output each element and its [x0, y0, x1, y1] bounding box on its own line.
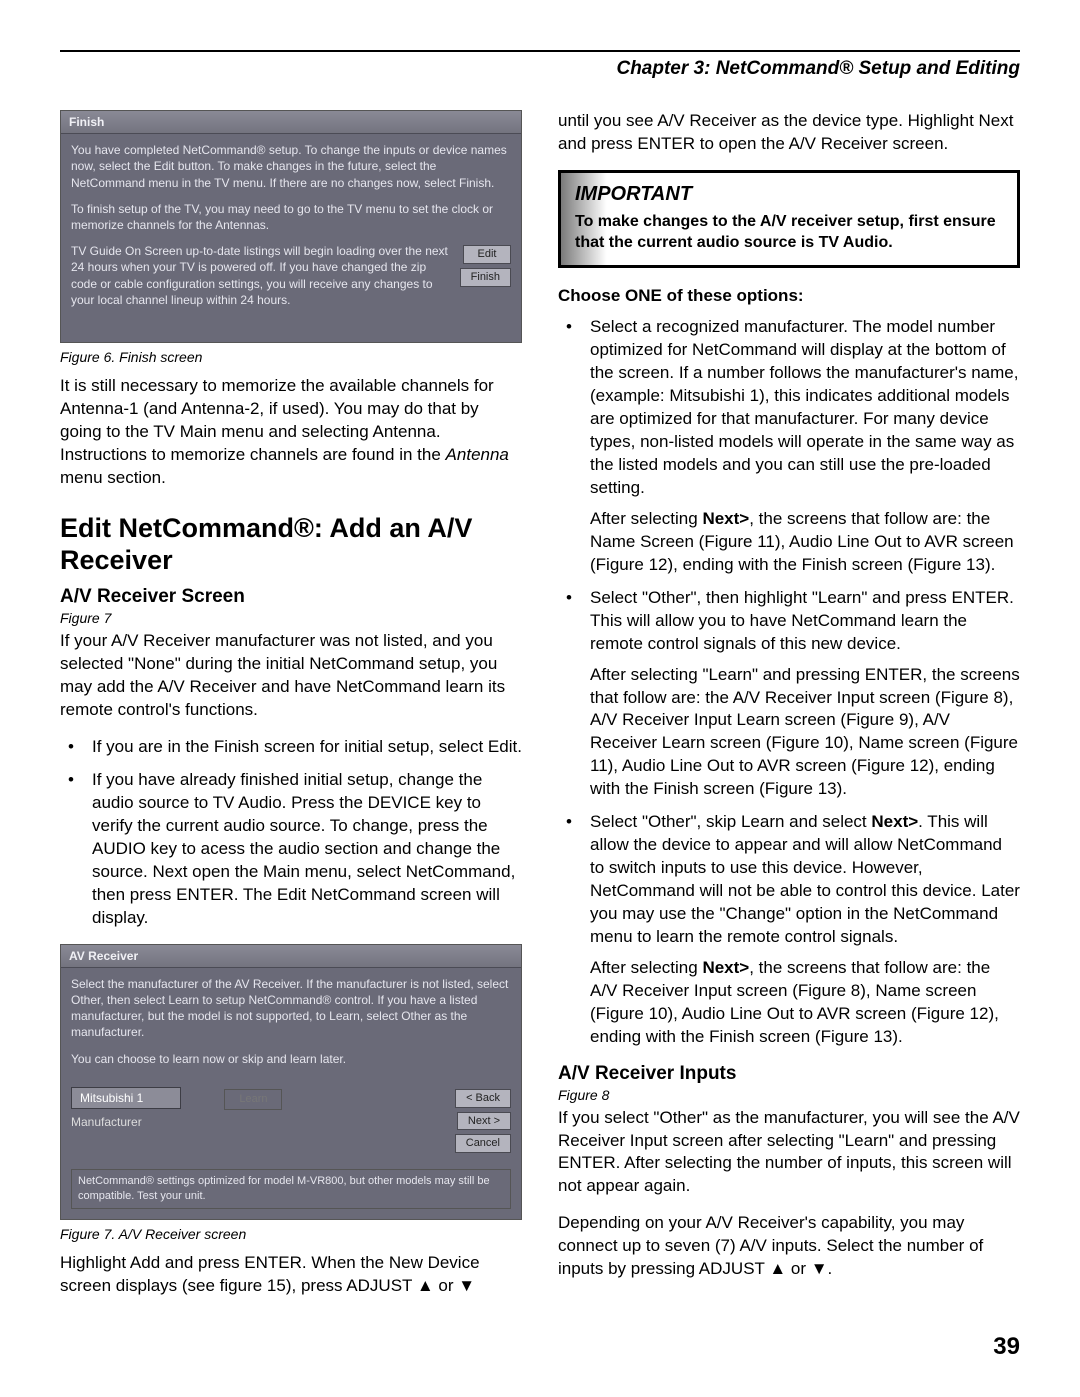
right-paragraph-2: If you select "Other" as the manufacture…: [558, 1107, 1020, 1199]
rb2-main: Select "Other", then highlight "Learn" a…: [590, 588, 1014, 653]
left-column: Finish You have completed NetCommand® se…: [60, 110, 522, 1298]
left-paragraph-2: If your A/V Receiver manufacturer was no…: [60, 630, 522, 722]
figure-6-screen: Finish You have completed NetCommand® se…: [60, 110, 522, 343]
right-bullet-1: Select a recognized manufacturer. The mo…: [558, 316, 1020, 576]
fig6-p1: You have completed NetCommand® setup. To…: [71, 142, 511, 191]
fig6-body: You have completed NetCommand® setup. To…: [61, 134, 521, 342]
figure-7-screen: AV Receiver Select the manufacturer of t…: [60, 944, 522, 1220]
fig7-p1: Select the manufacturer of the AV Receiv…: [71, 976, 511, 1041]
fig6-p3: TV Guide On Screen up-to-date listings w…: [71, 243, 452, 308]
right-column: until you see A/V Receiver as the device…: [558, 110, 1020, 1298]
fig6-edit-button[interactable]: Edit: [463, 245, 511, 264]
left-p1-b: Antenna: [446, 445, 509, 464]
rb3-b: Next>: [871, 812, 918, 831]
left-bullet-list: If you are in the Finish screen for init…: [60, 736, 522, 930]
right-bullet-3: Select "Other", skip Learn and select Ne…: [558, 811, 1020, 1048]
left-bullet-2: If you have already finished initial set…: [60, 769, 522, 930]
content-columns: Finish You have completed NetCommand® se…: [60, 110, 1020, 1298]
left-bullet-1: If you are in the Finish screen for init…: [60, 736, 522, 759]
fig7-next-button[interactable]: Next >: [457, 1112, 511, 1131]
important-title: IMPORTANT: [575, 183, 1003, 206]
important-body: To make changes to the A/V receiver setu…: [575, 212, 1003, 254]
section-heading-edit-netcommand: Edit NetCommand®: Add an A/V Receiver: [60, 512, 522, 577]
rb1-after-a: After selecting: [590, 509, 702, 528]
rb2-after: After selecting "Learn" and pressing ENT…: [590, 664, 1020, 802]
figure-8-ref: Figure 8: [558, 1087, 1020, 1103]
rb3-a: Select "Other", skip Learn and select: [590, 812, 871, 831]
fig7-p2: You can choose to learn now or skip and …: [71, 1051, 511, 1067]
fig7-manufacturer-label: Manufacturer: [71, 1114, 391, 1130]
fig7-cancel-button[interactable]: Cancel: [455, 1134, 511, 1153]
rb3-after-a: After selecting: [590, 958, 702, 977]
fig7-caption: Figure 7. A/V Receiver screen: [60, 1226, 522, 1242]
important-box: IMPORTANT To make changes to the A/V rec…: [558, 170, 1020, 269]
fig7-back-button[interactable]: < Back: [455, 1089, 511, 1108]
page-number: 39: [993, 1333, 1020, 1361]
fig7-learn-button[interactable]: Learn: [224, 1089, 282, 1110]
fig6-titlebar: Finish: [61, 111, 521, 134]
right-paragraph-3: Depending on your A/V Receiver's capabil…: [558, 1212, 1020, 1281]
header-rule: [60, 50, 1020, 52]
left-paragraph-1: It is still necessary to memorize the av…: [60, 375, 522, 490]
rb3-after-b: Next>: [702, 958, 749, 977]
fig7-body: Select the manufacturer of the AV Receiv…: [61, 968, 521, 1219]
right-top-paragraph: until you see A/V Receiver as the device…: [558, 110, 1020, 156]
fig7-titlebar: AV Receiver: [61, 945, 521, 968]
subheading-av-receiver-inputs: A/V Receiver Inputs: [558, 1063, 1020, 1085]
rb3-c: . This will allow the device to appear a…: [590, 812, 1020, 946]
fig6-p2: To finish setup of the TV, you may need …: [71, 201, 511, 233]
figure-7-ref: Figure 7: [60, 610, 522, 626]
fig7-optimized-note: NetCommand® settings optimized for model…: [71, 1169, 511, 1209]
fig6-caption: Figure 6. Finish screen: [60, 349, 522, 365]
rb1-after-b: Next>: [702, 509, 749, 528]
rb1-main: Select a recognized manufacturer. The mo…: [590, 317, 1018, 497]
left-p1-a: It is still necessary to memorize the av…: [60, 376, 494, 464]
right-bullet-list: Select a recognized manufacturer. The mo…: [558, 316, 1020, 1048]
fig6-finish-button[interactable]: Finish: [460, 268, 511, 287]
subheading-av-receiver-screen: A/V Receiver Screen: [60, 586, 522, 608]
chapter-title: Chapter 3: NetCommand® Setup and Editing: [60, 58, 1020, 80]
left-p1-c: menu section.: [60, 468, 166, 487]
right-bullet-2: Select "Other", then highlight "Learn" a…: [558, 587, 1020, 801]
choose-one-line: Choose ONE of these options:: [558, 286, 1020, 306]
fig7-manufacturer-value[interactable]: Mitsubishi 1: [71, 1087, 181, 1109]
left-paragraph-3: Highlight Add and press ENTER. When the …: [60, 1252, 522, 1298]
